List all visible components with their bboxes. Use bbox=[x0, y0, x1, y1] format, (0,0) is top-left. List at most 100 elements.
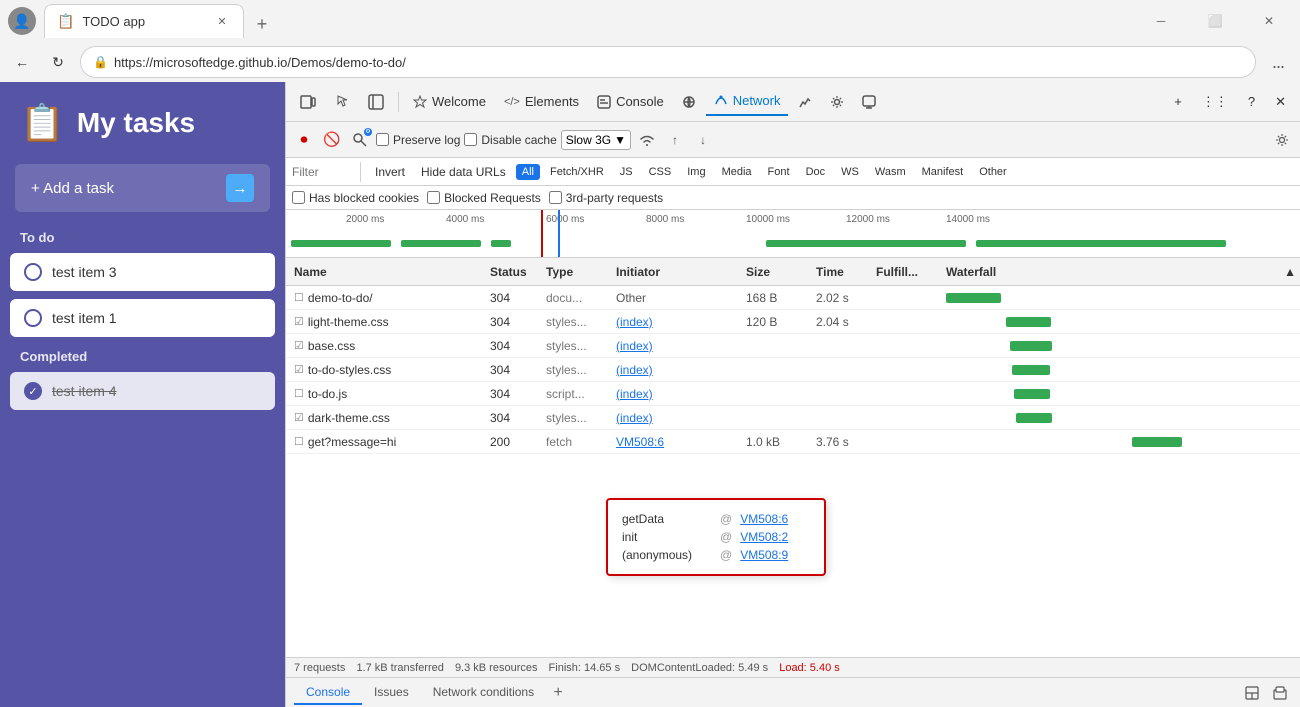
col-header-fulfill[interactable]: Fulfill... bbox=[872, 265, 942, 279]
filter-input[interactable] bbox=[292, 165, 352, 179]
url-bar[interactable]: 🔒 https://microsoftedge.github.io/Demos/… bbox=[80, 46, 1256, 78]
row-initiator[interactable]: (index) bbox=[612, 315, 742, 329]
browser-more-button[interactable]: ... bbox=[1264, 48, 1292, 76]
restore-button[interactable]: ⬜ bbox=[1192, 5, 1238, 37]
invert-button[interactable]: Invert bbox=[369, 163, 411, 181]
row-initiator[interactable]: (index) bbox=[612, 387, 742, 401]
table-row[interactable]: ☑ base.css 304 styles... (index) bbox=[286, 334, 1300, 358]
filter-media[interactable]: Media bbox=[716, 164, 758, 180]
filter-other[interactable]: Other bbox=[973, 164, 1013, 180]
waterfall-sort-icon[interactable]: ▲ bbox=[1284, 265, 1296, 279]
timeline-bar-5 bbox=[976, 240, 1226, 247]
timeline-mark-10000: 10000 ms bbox=[746, 214, 790, 225]
table-row[interactable]: ☑ to-do-styles.css 304 styles... (index) bbox=[286, 358, 1300, 382]
import-button[interactable]: ↑ bbox=[663, 128, 687, 152]
row-initiator[interactable]: VM508:6 bbox=[612, 435, 742, 449]
tooltip-link-2[interactable]: VM508:2 bbox=[740, 530, 788, 544]
bottom-tab-issues[interactable]: Issues bbox=[362, 681, 421, 705]
minimize-button[interactable]: ─ bbox=[1138, 5, 1184, 37]
address-bar: ← ↻ 🔒 https://microsoftedge.github.io/De… bbox=[0, 42, 1300, 82]
task-checkbox-1[interactable] bbox=[24, 309, 42, 327]
table-row[interactable]: ☐ get?message=hi 200 fetch VM508:6 1.0 k… bbox=[286, 430, 1300, 454]
devtools-more-button[interactable]: ⋮⋮ bbox=[1194, 88, 1236, 116]
table-row[interactable]: ☑ dark-theme.css 304 styles... (index) bbox=[286, 406, 1300, 430]
hide-data-urls-button[interactable]: Hide data URLs bbox=[415, 163, 512, 181]
filter-button[interactable]: ⚙ bbox=[348, 128, 372, 152]
filter-fetch-xhr[interactable]: Fetch/XHR bbox=[544, 164, 610, 180]
completed-task-item[interactable]: ✓ test item 4 bbox=[10, 372, 275, 410]
devtools-sources-tab[interactable] bbox=[674, 88, 704, 116]
devtools-sidebar-button[interactable] bbox=[360, 88, 392, 116]
browser-tab-active[interactable]: 📋 TODO app ✕ bbox=[44, 4, 244, 38]
tab-close-button[interactable]: ✕ bbox=[213, 13, 231, 31]
task-checkbox-3[interactable] bbox=[24, 263, 42, 281]
blocked-requests-checkbox[interactable]: Blocked Requests bbox=[427, 191, 541, 205]
devtools-elements-tab[interactable]: </> Elements bbox=[496, 88, 587, 116]
col-header-type[interactable]: Type bbox=[542, 265, 612, 279]
row-initiator[interactable]: (index) bbox=[612, 411, 742, 425]
tooltip-func-3: (anonymous) bbox=[622, 548, 712, 562]
filter-wasm[interactable]: Wasm bbox=[869, 164, 912, 180]
filter-doc[interactable]: Doc bbox=[800, 164, 832, 180]
throttle-select[interactable]: Slow 3G ▼ bbox=[561, 130, 631, 150]
todo-task-item[interactable]: test item 3 bbox=[10, 253, 275, 291]
bottom-tab-console[interactable]: Console bbox=[294, 681, 362, 705]
refresh-button[interactable]: ↻ bbox=[44, 48, 72, 76]
devtools-welcome-tab[interactable]: Welcome bbox=[405, 88, 494, 116]
filter-all[interactable]: All bbox=[516, 164, 540, 180]
new-tab-button[interactable]: + bbox=[248, 10, 276, 38]
row-initiator[interactable]: (index) bbox=[612, 363, 742, 377]
table-row[interactable]: ☐ demo-to-do/ 304 docu... Other 168 B 2.… bbox=[286, 286, 1300, 310]
row-initiator[interactable]: (index) bbox=[612, 339, 742, 353]
col-header-status[interactable]: Status bbox=[486, 265, 542, 279]
col-header-waterfall[interactable]: Waterfall ▲ bbox=[942, 265, 1300, 279]
col-header-initiator[interactable]: Initiator bbox=[612, 265, 742, 279]
user-avatar[interactable]: 👤 bbox=[8, 7, 36, 35]
filter-css[interactable]: CSS bbox=[643, 164, 678, 180]
close-button[interactable]: ✕ bbox=[1246, 5, 1292, 37]
network-online-icon[interactable] bbox=[635, 128, 659, 152]
devtools-more-tools: + ⋮⋮ ? ✕ bbox=[1166, 88, 1294, 116]
devtools-close-button[interactable]: ✕ bbox=[1267, 88, 1294, 116]
tooltip-link-1[interactable]: VM508:6 bbox=[740, 512, 788, 526]
devtools-console-tab[interactable]: Console bbox=[589, 88, 672, 116]
tabs-bar: 📋 TODO app ✕ + bbox=[44, 4, 1130, 38]
dock-button[interactable] bbox=[1240, 681, 1264, 705]
filter-font[interactable]: Font bbox=[762, 164, 796, 180]
devtools-inspect-button[interactable] bbox=[326, 88, 358, 116]
col-header-size[interactable]: Size bbox=[742, 265, 812, 279]
devtools-add-tab[interactable]: + bbox=[1166, 88, 1190, 116]
back-button[interactable]: ← bbox=[8, 48, 36, 76]
task-checkbox-4[interactable]: ✓ bbox=[24, 382, 42, 400]
clear-button[interactable]: 🚫 bbox=[320, 128, 344, 152]
row-status: 304 bbox=[486, 339, 542, 353]
blocked-cookies-checkbox[interactable]: Has blocked cookies bbox=[292, 191, 419, 205]
devtools-application-tab[interactable] bbox=[854, 88, 884, 116]
filter-ws[interactable]: WS bbox=[835, 164, 865, 180]
add-bottom-tab-button[interactable]: + bbox=[546, 681, 570, 705]
devtools-performance-tab[interactable] bbox=[790, 88, 820, 116]
settings-icon[interactable] bbox=[1270, 128, 1294, 152]
add-task-button[interactable]: + Add a task → bbox=[15, 164, 270, 212]
devtools-network-tab[interactable]: Network bbox=[706, 88, 789, 116]
undock-button[interactable] bbox=[1268, 681, 1292, 705]
devtools-settings-tab[interactable] bbox=[822, 88, 852, 116]
filter-img[interactable]: Img bbox=[681, 164, 711, 180]
main-content: 📋 My tasks + Add a task → To do test ite… bbox=[0, 82, 1300, 707]
devtools-help-button[interactable]: ? bbox=[1240, 88, 1263, 116]
tooltip-link-3[interactable]: VM508:9 bbox=[740, 548, 788, 562]
export-button[interactable]: ↓ bbox=[691, 128, 715, 152]
col-header-time[interactable]: Time bbox=[812, 265, 872, 279]
filter-js[interactable]: JS bbox=[614, 164, 639, 180]
table-row[interactable]: ☐ to-do.js 304 script... (index) bbox=[286, 382, 1300, 406]
table-row[interactable]: ☑ light-theme.css 304 styles... (index) … bbox=[286, 310, 1300, 334]
col-header-name[interactable]: Name bbox=[286, 265, 486, 279]
preserve-log-checkbox[interactable]: Preserve log bbox=[376, 133, 460, 147]
todo-task-item[interactable]: test item 1 bbox=[10, 299, 275, 337]
filter-manifest[interactable]: Manifest bbox=[916, 164, 970, 180]
third-party-checkbox[interactable]: 3rd-party requests bbox=[549, 191, 663, 205]
bottom-tab-network-conditions[interactable]: Network conditions bbox=[421, 681, 546, 705]
disable-cache-checkbox[interactable]: Disable cache bbox=[464, 133, 556, 147]
devtools-device-button[interactable] bbox=[292, 88, 324, 116]
record-button[interactable]: ⏺ bbox=[292, 128, 316, 152]
